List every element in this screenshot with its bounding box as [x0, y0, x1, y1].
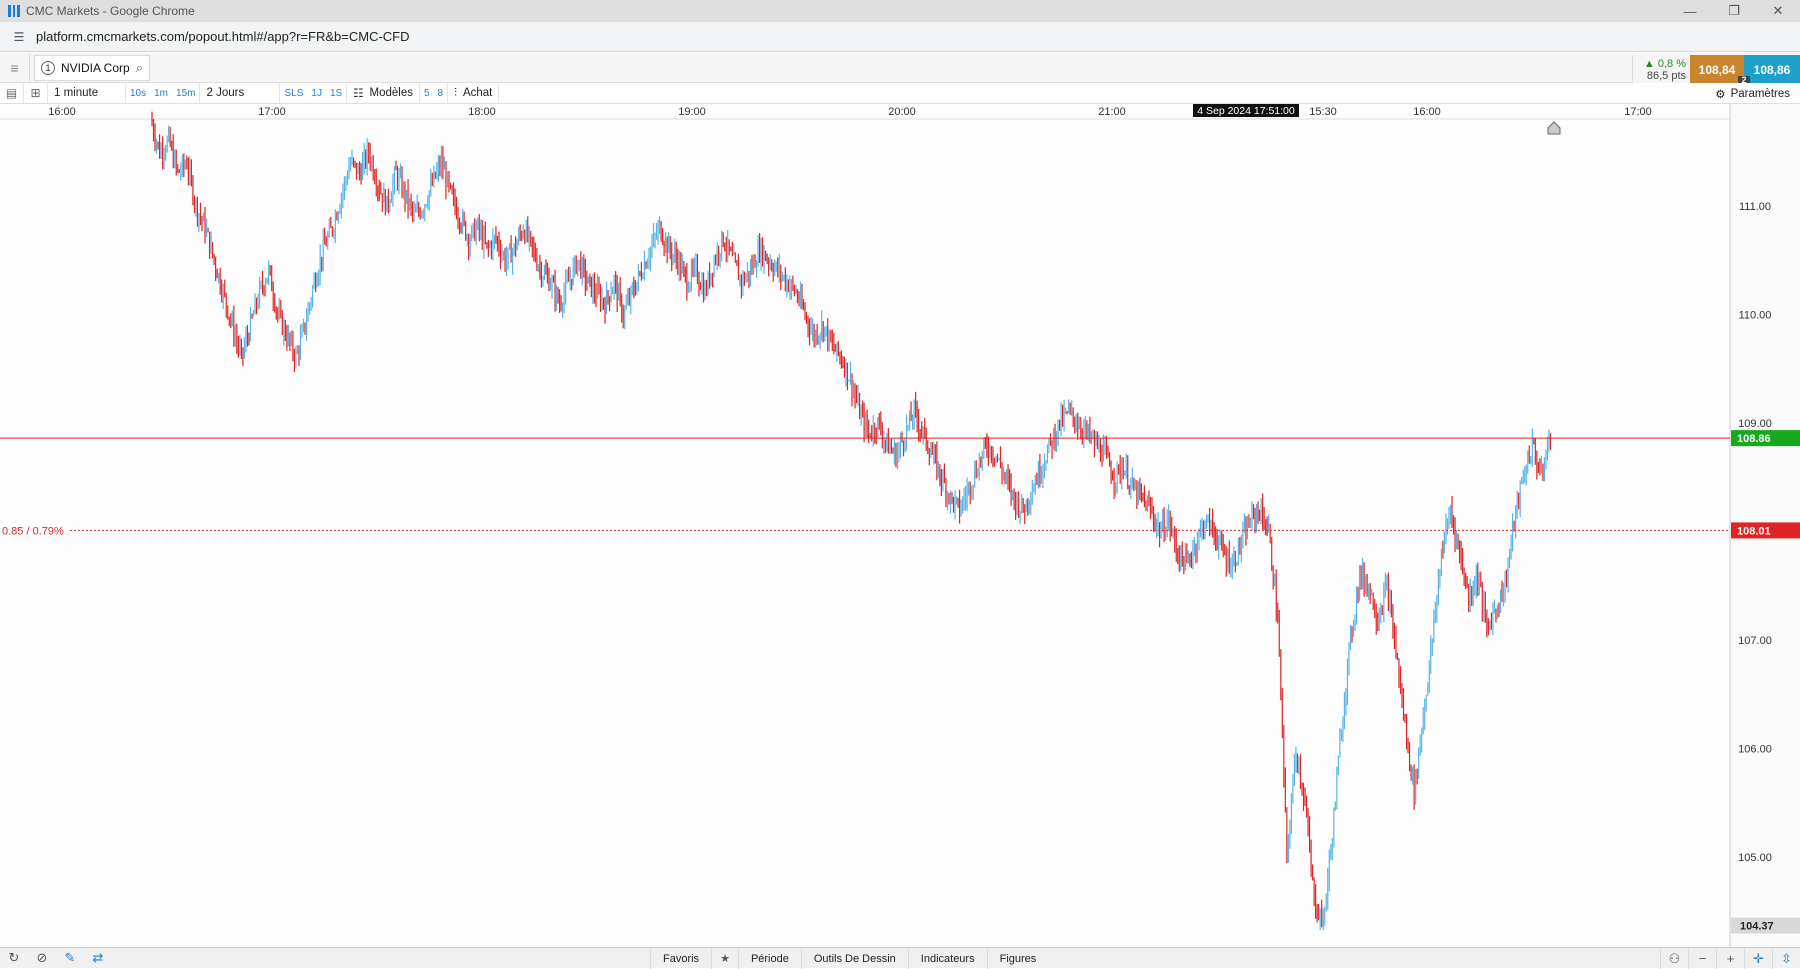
- price-tick-label: 110.00: [1739, 309, 1772, 321]
- window-title: CMC Markets - Google Chrome: [26, 4, 195, 18]
- achat-button[interactable]: ⫶ Achat: [448, 82, 500, 104]
- reference-price-label: 108.01: [1737, 525, 1771, 537]
- option-5[interactable]: 5: [420, 83, 434, 104]
- change-percent: ▲ 0,8 %: [1643, 58, 1686, 70]
- address-bar[interactable]: ☰ platform.cmcmarkets.com/popout.html#/a…: [0, 22, 1800, 52]
- tab-periode[interactable]: Période: [737, 948, 801, 969]
- option-8[interactable]: 8: [434, 83, 448, 104]
- screenshot-icon[interactable]: ⚇: [1660, 948, 1688, 969]
- period-1s[interactable]: 1S: [326, 83, 346, 104]
- daily-change: ▲ 0,8 % 86,5 pts: [1632, 55, 1690, 84]
- buy-price-button[interactable]: 108,86: [1744, 55, 1800, 84]
- zoom-in-icon[interactable]: +: [1716, 948, 1744, 969]
- price-tick-label: 106.00: [1738, 744, 1772, 756]
- crosshair-icon[interactable]: ✛: [1744, 948, 1772, 969]
- change-points: 86,5 pts: [1646, 70, 1686, 82]
- gear-icon: ⚙: [1715, 88, 1726, 101]
- minimize-icon[interactable]: —: [1668, 0, 1712, 22]
- cursor-icon[interactable]: ⇄: [84, 948, 112, 969]
- sell-price-button[interactable]: 108,84 2: [1690, 55, 1750, 85]
- list-icon[interactable]: ▤: [0, 82, 24, 104]
- price-quote: ▲ 0,8 % 86,5 pts 108,84 2 108,86: [1632, 55, 1800, 85]
- url-text[interactable]: platform.cmcmarkets.com/popout.html#/app…: [36, 29, 410, 44]
- buy-price: 108,86: [1753, 62, 1791, 77]
- restore-icon[interactable]: ❐: [1712, 0, 1756, 22]
- star-icon[interactable]: ★: [711, 948, 738, 969]
- chart-bottom-bar: ↻ ⊘ ✎ ⇄ Favoris ★ Période Outils De Dess…: [0, 947, 1800, 969]
- time-tick-label: 16:00: [1413, 106, 1441, 118]
- time-tick-label: 16:00: [48, 106, 76, 118]
- hamburger-menu-icon[interactable]: ≡: [0, 52, 30, 83]
- sliders-icon: ☷: [353, 88, 364, 100]
- time-tick-label: 20:00: [888, 106, 916, 118]
- tab-favoris[interactable]: Favoris: [650, 948, 711, 969]
- settings-button[interactable]: ⚙ Paramètres: [1715, 83, 1790, 104]
- current-price-label: 108.86: [1737, 433, 1771, 445]
- chart-canvas[interactable]: 16:00 17:00 18:00 19:00 20:00 21:00 15:30 16:00…: [0, 104, 1800, 947]
- price-chart[interactable]: 16:00 17:00 18:00 19:00 20:00 21:00 15:30 16:00…: [0, 104, 1800, 947]
- reference-change-label: 0.85 / 0.79%: [2, 525, 64, 537]
- price-tick-label: 109.00: [1738, 418, 1772, 430]
- range-select[interactable]: 2 Jours: [200, 82, 281, 104]
- chart-type-icon: ⫶: [454, 86, 457, 99]
- search-icon[interactable]: ⌕: [136, 60, 143, 76]
- clear-icon[interactable]: ⊘: [28, 948, 56, 969]
- site-settings-icon[interactable]: ☰: [10, 28, 28, 46]
- models-button[interactable]: ☷ Modèles: [347, 82, 420, 104]
- time-tick-label: 19:00: [678, 106, 706, 118]
- settings-label: Paramètres: [1730, 87, 1790, 100]
- zoom-out-icon[interactable]: −: [1688, 948, 1716, 969]
- tab-indicators[interactable]: Indicateurs: [907, 948, 987, 969]
- time-tick-label: 15:30: [1309, 106, 1337, 118]
- period-sls[interactable]: SLS: [280, 83, 307, 104]
- period-1j[interactable]: 1J: [307, 83, 326, 104]
- instrument-toolbar: ≡ 1 NVIDIA Corp ⌕: [0, 52, 1800, 83]
- interval-select[interactable]: 1 minute: [48, 82, 126, 104]
- tab-drawing-tools[interactable]: Outils De Dessin: [800, 948, 908, 969]
- chart-toolbar: ▤ ⊞ 1 minute 10s 1m 15m 2 Jours SLS 1J 1…: [0, 82, 1800, 104]
- sell-price: 108,84: [1698, 62, 1736, 77]
- layout-icon[interactable]: ⊞: [24, 82, 48, 104]
- time-tick-label: 21:00: [1098, 106, 1126, 118]
- time-tick-label: 17:00: [1624, 106, 1652, 118]
- refresh-icon[interactable]: ↻: [0, 948, 28, 969]
- timeframe-15m[interactable]: 15m: [172, 83, 199, 104]
- crosshair-time-label: 4 Sep 2024 17:51:00: [1197, 105, 1295, 117]
- price-tick-label: 105.00: [1738, 852, 1772, 864]
- achat-label: Achat: [462, 87, 493, 99]
- timeframe-1m[interactable]: 1m: [150, 83, 172, 104]
- time-tick-label: 18:00: [468, 106, 496, 118]
- models-label: Modèles: [369, 87, 413, 99]
- instrument-selector[interactable]: 1 NVIDIA Corp ⌕: [34, 54, 150, 81]
- timeframe-10s[interactable]: 10s: [126, 83, 150, 104]
- instrument-number: 1: [41, 60, 55, 75]
- browser-title-bar: CMC Markets - Google Chrome — ❐ ✕: [0, 0, 1800, 22]
- instrument-name: NVIDIA Corp: [61, 60, 130, 75]
- price-tick-label: 111.00: [1739, 201, 1771, 213]
- low-price-label: 104.37: [1740, 921, 1774, 933]
- tab-figures[interactable]: Figures: [986, 948, 1049, 969]
- time-tick-label: 17:00: [258, 106, 286, 118]
- pencil-icon[interactable]: ✎: [56, 948, 84, 969]
- price-tick-label: 107.00: [1738, 635, 1772, 647]
- cmc-app-icon: [8, 5, 21, 17]
- close-icon[interactable]: ✕: [1756, 0, 1800, 22]
- fit-icon[interactable]: ⇳: [1772, 948, 1800, 969]
